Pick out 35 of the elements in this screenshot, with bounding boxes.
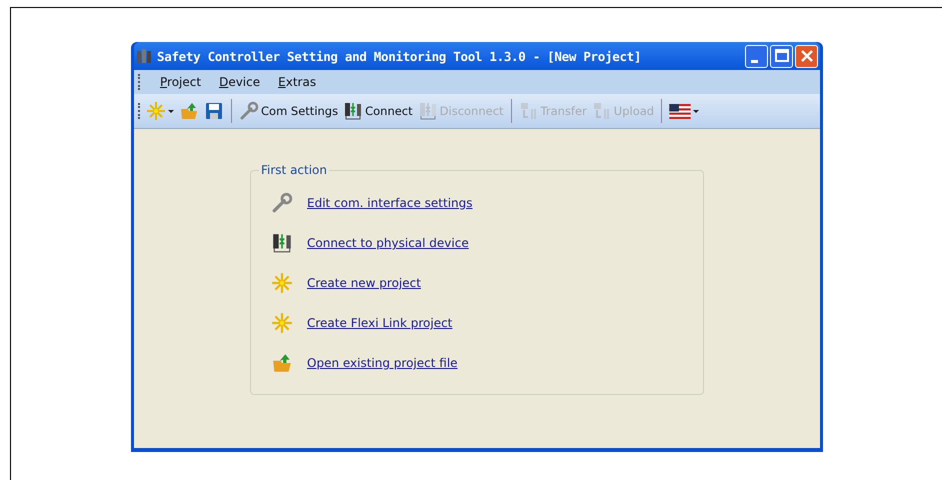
window-title: Safety Controller Setting and Monitoring Tool 1.3.0 - [New Project] xyxy=(157,48,642,64)
star-icon xyxy=(271,272,293,294)
star-icon xyxy=(271,312,293,334)
action-link[interactable]: Create new project xyxy=(307,276,421,290)
menu-item[interactable]: Project xyxy=(160,75,202,89)
toolbar-button[interactable]: Connect xyxy=(342,101,414,121)
folder-icon xyxy=(179,101,199,121)
floppy-icon xyxy=(204,101,224,121)
action-link[interactable]: Create Flexi Link project xyxy=(307,316,452,330)
action-link[interactable]: Edit com. interface settings xyxy=(307,196,472,210)
toolbar-button[interactable]: Com Settings xyxy=(238,101,340,121)
save-button[interactable] xyxy=(203,101,225,121)
wrench-icon xyxy=(271,192,293,214)
minimize-button[interactable] xyxy=(745,44,768,68)
connector-icon xyxy=(271,232,293,254)
flag-button[interactable] xyxy=(668,104,700,118)
group-title: First action xyxy=(260,163,328,177)
menu-item[interactable]: Device xyxy=(219,75,260,89)
folder-button[interactable] xyxy=(178,101,200,121)
action-link[interactable]: Connect to physical device xyxy=(307,236,469,250)
close-button[interactable] xyxy=(795,44,818,68)
menu-item[interactable]: Extras xyxy=(278,75,316,89)
connector-icon xyxy=(343,101,364,121)
folder-icon xyxy=(271,352,293,374)
star-button[interactable] xyxy=(145,101,175,121)
transfer-icon xyxy=(518,101,539,121)
connector-icon xyxy=(418,101,438,121)
maximize-button[interactable] xyxy=(770,44,793,68)
app-icon xyxy=(136,48,152,64)
transfer-icon xyxy=(592,101,612,121)
star-icon xyxy=(146,101,166,121)
action-link[interactable]: Open existing project file xyxy=(307,356,458,370)
wrench-icon xyxy=(239,101,259,121)
minimize-icon xyxy=(750,60,758,62)
flag-icon xyxy=(669,104,692,118)
